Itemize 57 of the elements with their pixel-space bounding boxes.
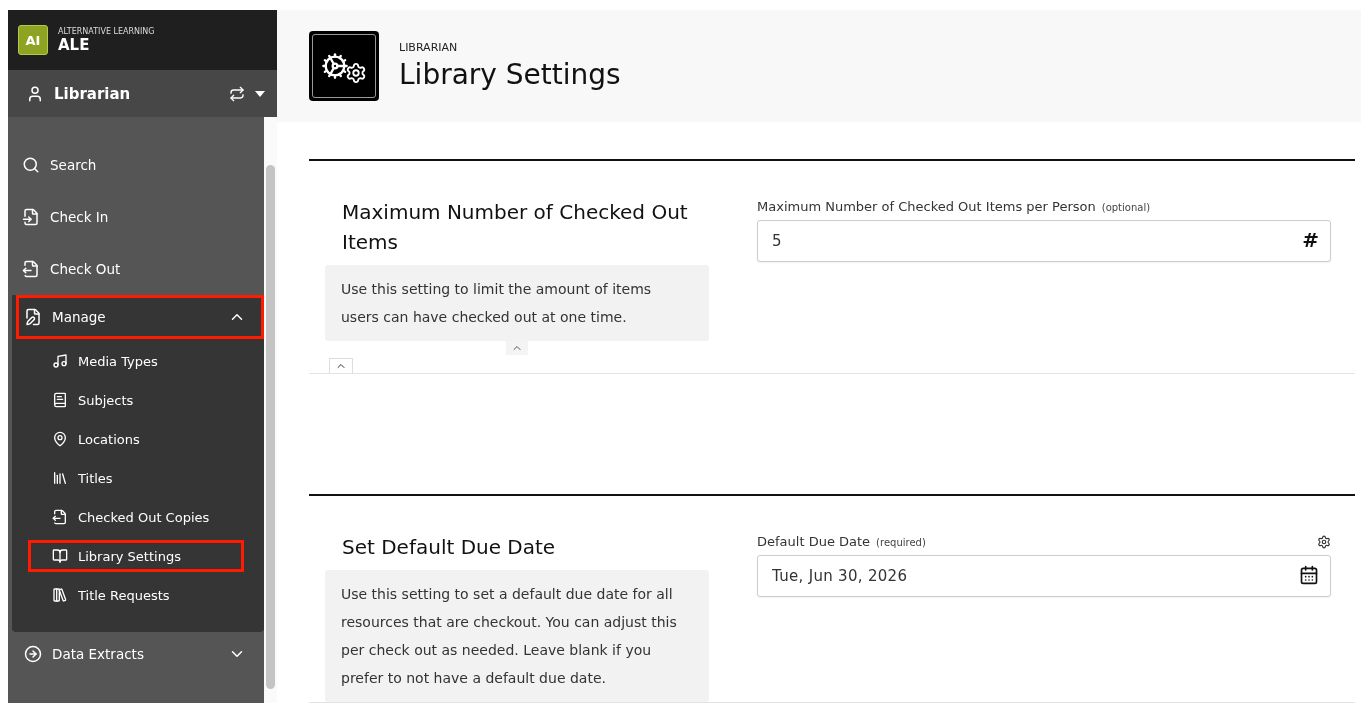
file-out-icon (52, 509, 68, 525)
books-icon (52, 470, 68, 486)
brand-tagline: ALTERNATIVE LEARNING (58, 26, 155, 36)
settings-icon[interactable] (1317, 534, 1331, 549)
nav-item[interactable]: Search (8, 139, 264, 191)
nav-subitem[interactable]: Checked Out Copies (28, 501, 244, 533)
file-out-icon (22, 260, 40, 278)
caret-down-icon[interactable] (255, 90, 265, 97)
nav-label: Manage (52, 309, 107, 325)
file-in-icon (22, 208, 40, 226)
calendar-icon[interactable] (1299, 565, 1319, 585)
role-bar[interactable]: Librarian (8, 70, 277, 117)
collapse-tab[interactable] (329, 358, 353, 373)
nav-label: Media Types (78, 353, 159, 369)
books-icon (52, 587, 68, 603)
switch-icon[interactable] (229, 85, 245, 102)
brand-name: ALE (58, 35, 91, 54)
file-pen-icon (24, 308, 42, 326)
nav-subitem[interactable]: Subjects (28, 384, 244, 416)
setting-description: Use this setting to set a default due date for all resources that are checkout. You can adjust this per check out as needed. Leave blank if you prefer to not have a default due date. (325, 570, 709, 702)
search-icon (22, 156, 40, 174)
field-label: Maximum Number of Checked Out Items per Person (optional) (757, 199, 1151, 214)
nav-group-header[interactable]: Data Extracts (16, 632, 264, 676)
hash-sign: # (1302, 228, 1319, 252)
date-field[interactable]: Tue, Jun 30, 2026 (757, 555, 1331, 597)
setting-description: Use this setting to limit the amount of items users can have checked out at one time. (325, 265, 709, 341)
page-overline: LIBRARIAN (399, 41, 459, 54)
nav-label: Check Out (50, 261, 122, 277)
page-title: Library Settings (399, 58, 621, 91)
setting-title: Maximum Number of Checked Out Items (342, 199, 689, 256)
nav-item[interactable]: Check In (8, 191, 264, 243)
nav-label: Data Extracts (52, 646, 145, 662)
nav-subitem[interactable]: Library Settings (28, 540, 244, 572)
nav-label: Check In (50, 209, 110, 225)
open-book-icon (52, 548, 68, 564)
music-note-icon (52, 353, 68, 369)
book-icon (52, 392, 68, 408)
nav-label: Titles (78, 470, 114, 486)
nav-label: Subjects (78, 392, 135, 408)
nav-subitem[interactable]: Titles (28, 462, 244, 494)
gears-icon (309, 31, 379, 101)
scrollbar-thumb[interactable] (266, 165, 275, 689)
nav-group-header[interactable]: Manage (16, 295, 264, 339)
nav-item[interactable]: Check Out (8, 243, 264, 295)
nav-label: Checked Out Copies (78, 509, 211, 525)
nav-subitem[interactable]: Media Types (28, 345, 244, 377)
map-pin-icon (52, 431, 68, 447)
role-label: Librarian (54, 84, 132, 103)
nav-label: Locations (78, 431, 141, 447)
nav-subitem[interactable]: Title Requests (28, 579, 244, 611)
nav-label: Library Settings (78, 548, 182, 564)
field-label: Default Due Date (required) (757, 534, 926, 549)
setting-title: Set Default Due Date (342, 534, 557, 561)
nav-label: Title Requests (78, 587, 171, 603)
nav-subitem[interactable]: Locations (28, 423, 244, 455)
nav-label: Search (50, 157, 98, 173)
app-logo: AI (18, 25, 48, 55)
